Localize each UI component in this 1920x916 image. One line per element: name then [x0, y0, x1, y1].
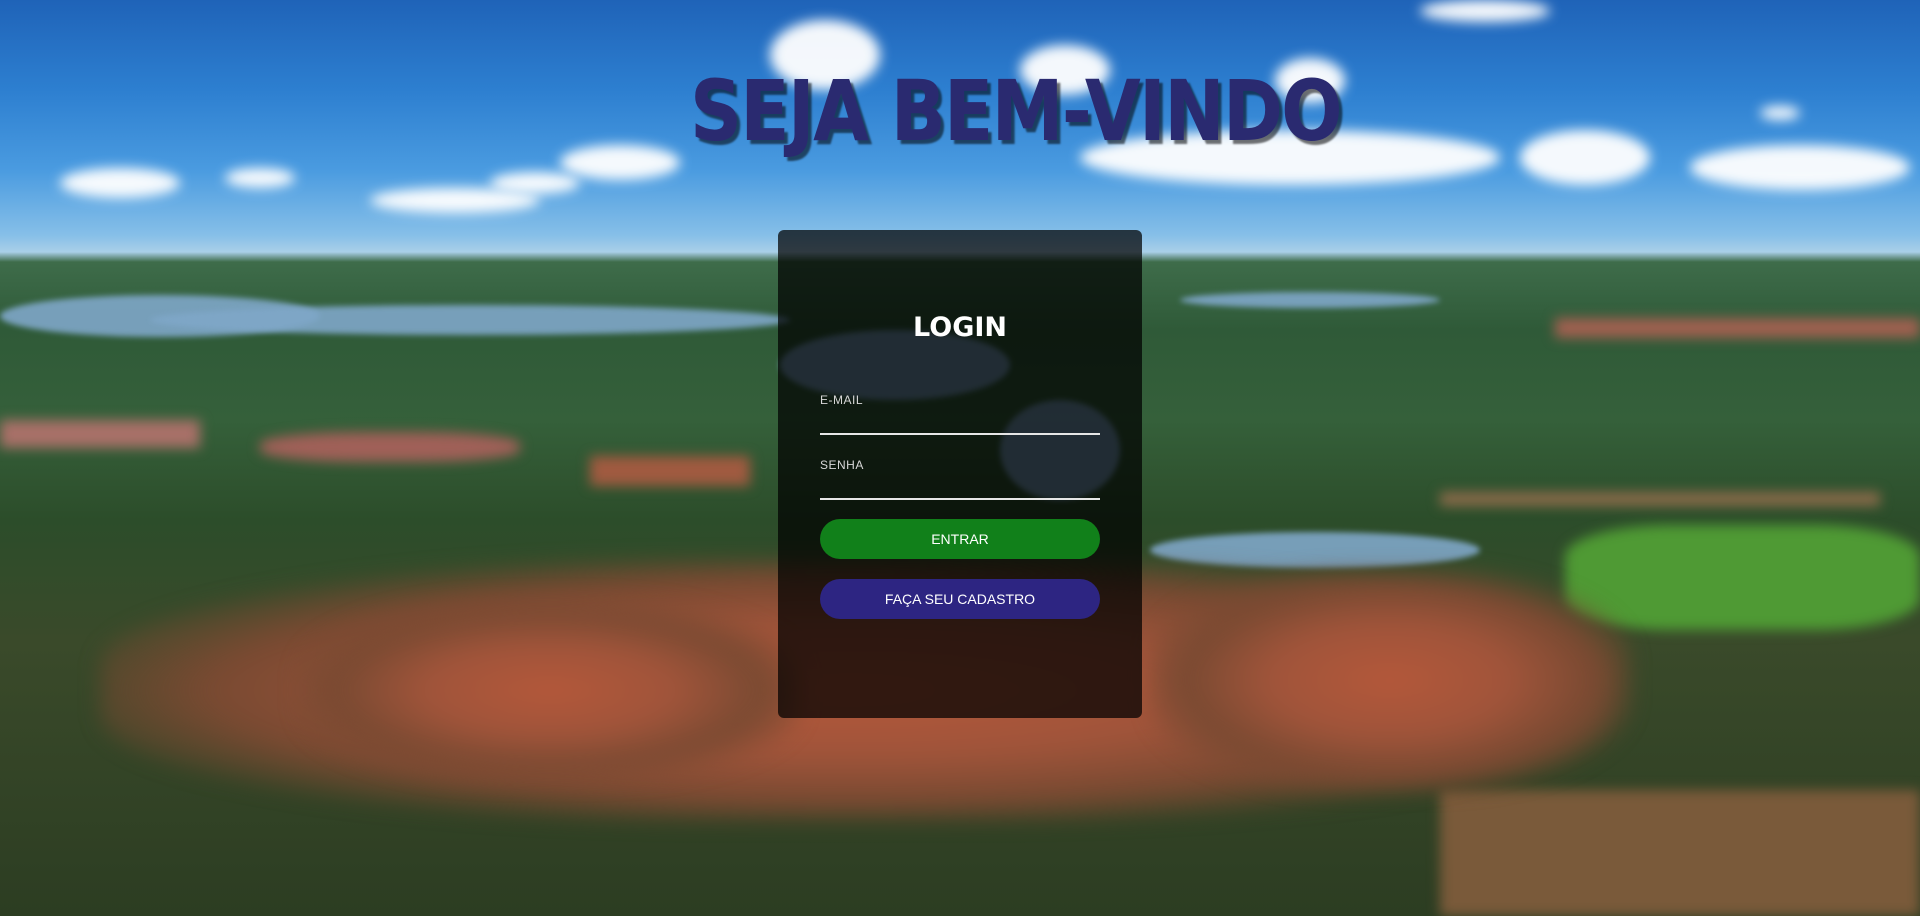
login-panel: LOGIN E-MAIL SENHA ENTRAR FAÇA SEU CADAS… — [778, 230, 1142, 718]
email-field[interactable] — [820, 380, 1100, 416]
register-button[interactable]: FAÇA SEU CADASTRO — [820, 579, 1100, 619]
email-underline — [820, 433, 1100, 435]
login-title: LOGIN — [913, 312, 1007, 343]
password-underline — [820, 498, 1100, 500]
welcome-heading: SEJA BEM-VINDO — [690, 62, 1343, 160]
login-button[interactable]: ENTRAR — [820, 519, 1100, 559]
password-field[interactable] — [820, 445, 1100, 481]
